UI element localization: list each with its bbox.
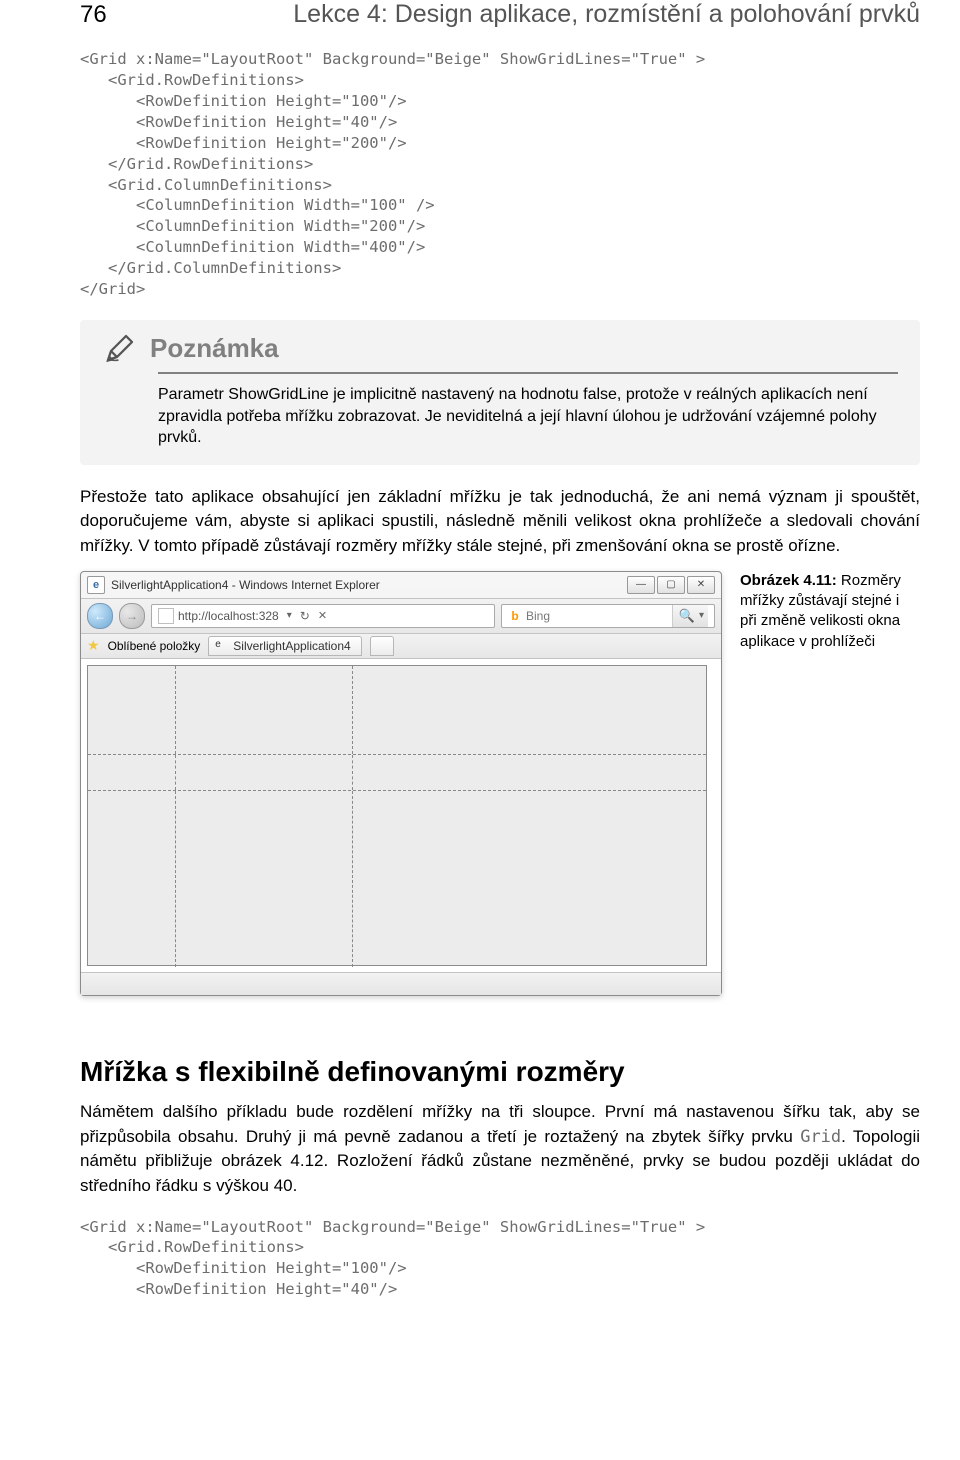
- paragraph-flex-grid: Námětem dalšího příkladu bude rozdělení …: [80, 1100, 920, 1199]
- silverlight-grid: [87, 665, 707, 966]
- grid-row: [88, 666, 706, 755]
- titlebar: e SilverlightApplication4 - Windows Inte…: [81, 572, 721, 599]
- ie-favicon-icon: e: [215, 639, 229, 653]
- chevron-down-icon[interactable]: ▾: [695, 610, 704, 621]
- forward-button[interactable]: →: [119, 603, 145, 629]
- ie-favicon-icon: e: [87, 576, 105, 594]
- new-tab-button[interactable]: [370, 636, 394, 656]
- grid-cell: [353, 755, 706, 790]
- page-icon: [158, 608, 174, 624]
- search-placeholder: Bing: [526, 609, 550, 623]
- tab-active[interactable]: e SilverlightApplication4: [208, 636, 361, 656]
- chapter-title: Lekce 4: Design aplikace, rozmístění a p…: [147, 0, 920, 29]
- url-text: http://localhost:328: [178, 609, 279, 623]
- favorites-label[interactable]: Oblíbené položky: [108, 639, 201, 653]
- close-button[interactable]: ✕: [687, 576, 715, 594]
- star-icon[interactable]: ★: [87, 637, 100, 654]
- toolbar: ← → http://localhost:328 ▾ ↻ ✕ b Bing 🔍: [81, 599, 721, 634]
- grid-cell: [88, 791, 176, 967]
- tab-label: SilverlightApplication4: [233, 639, 350, 653]
- note-body: Parametr ShowGridLine je implicitně nast…: [158, 384, 898, 449]
- note-divider: [158, 372, 898, 374]
- stop-icon[interactable]: ✕: [314, 609, 327, 622]
- grid-row: [88, 755, 706, 791]
- section-title-flex-grid: Mřížka s flexibilně definovanými rozměry: [80, 1056, 920, 1088]
- page-number: 76: [80, 1, 107, 29]
- address-bar[interactable]: http://localhost:328 ▾ ↻ ✕: [151, 604, 495, 628]
- status-bar: [81, 972, 721, 995]
- para-text-a: Námětem dalšího příkladu bude rozdělení …: [80, 1102, 920, 1146]
- code-listing-grid-fixed: <Grid x:Name="LayoutRoot" Background="Be…: [80, 49, 920, 300]
- grid-cell: [176, 666, 353, 754]
- inline-code-grid: Grid: [800, 1127, 841, 1147]
- note-box: Poznámka Parametr ShowGridLine je implic…: [80, 320, 920, 465]
- browser-client-area: [81, 659, 721, 972]
- arrow-left-icon: ←: [94, 609, 106, 623]
- chevron-down-icon[interactable]: ▾: [283, 610, 292, 621]
- search-go-button[interactable]: 🔍 ▾: [672, 605, 708, 627]
- refresh-icon[interactable]: ↻: [296, 609, 310, 623]
- magnifier-icon: 🔍: [679, 608, 695, 624]
- minimize-button[interactable]: —: [627, 576, 655, 594]
- grid-cell: [353, 791, 706, 967]
- grid-cell: [353, 666, 706, 754]
- arrow-right-icon: →: [126, 609, 138, 623]
- browser-window: e SilverlightApplication4 - Windows Inte…: [80, 571, 722, 996]
- maximize-button[interactable]: ▢: [657, 576, 685, 594]
- favorites-bar: ★ Oblíbené položky e SilverlightApplicat…: [81, 634, 721, 659]
- code-listing-grid-flex: <Grid x:Name="LayoutRoot" Background="Be…: [80, 1217, 920, 1301]
- grid-cell: [88, 755, 176, 790]
- search-bar[interactable]: b Bing 🔍 ▾: [501, 604, 715, 628]
- figure-label: Obrázek 4.11:: [740, 572, 837, 589]
- page-header: 76 Lekce 4: Design aplikace, rozmístění …: [80, 0, 920, 29]
- grid-cell: [176, 755, 353, 790]
- pencil-icon: [102, 330, 138, 366]
- grid-cell: [176, 791, 353, 967]
- note-title: Poznámka: [150, 333, 279, 364]
- figure-caption: Obrázek 4.11: Rozměry mřížky zůstávají s…: [740, 571, 920, 996]
- grid-cell: [88, 666, 176, 754]
- paragraph-grid-behaviour: Přestože tato aplikace obsahující jen zá…: [80, 485, 920, 559]
- back-button[interactable]: ←: [87, 603, 113, 629]
- bing-icon: b: [508, 609, 522, 623]
- grid-row: [88, 791, 706, 967]
- window-title: SilverlightApplication4 - Windows Intern…: [111, 578, 621, 592]
